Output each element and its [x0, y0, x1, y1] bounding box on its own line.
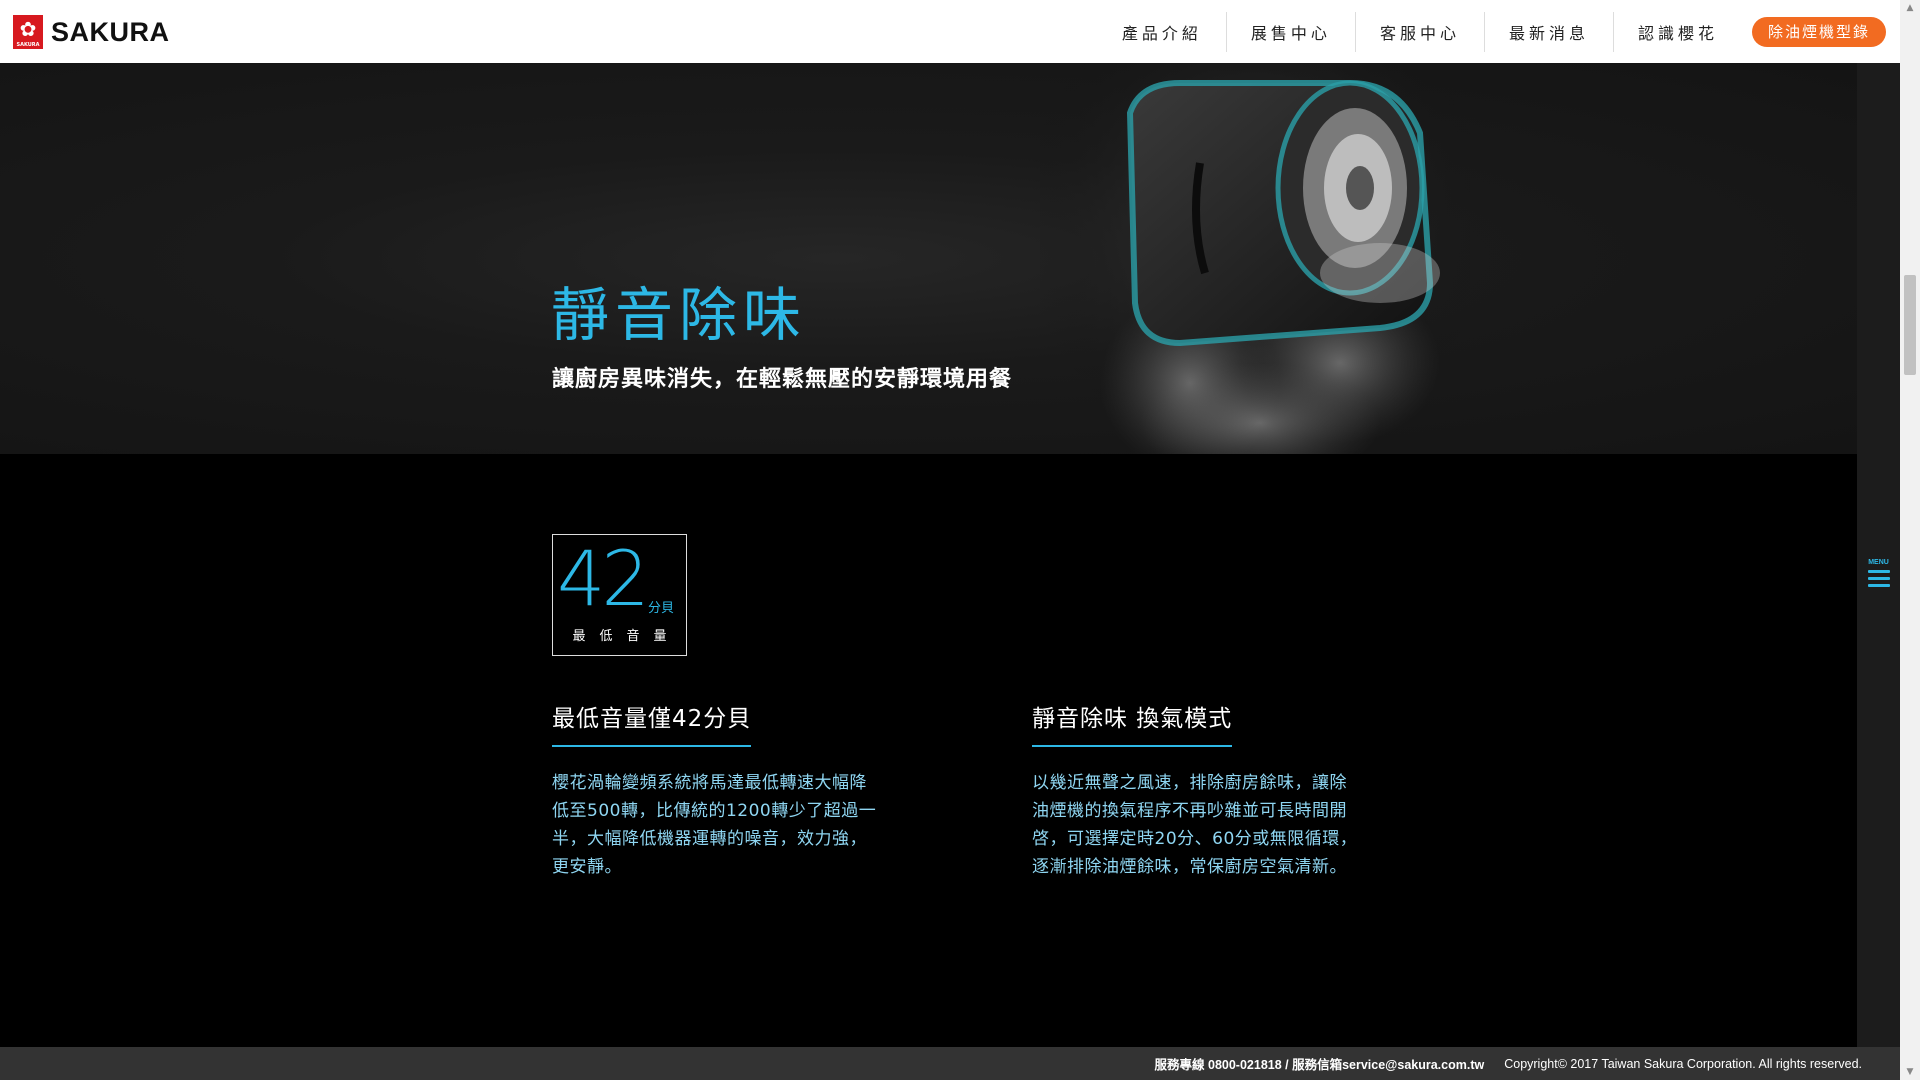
site-footer: 服務專線 0800-021818 / 服務信箱service@sakura.co… [0, 1047, 1900, 1080]
page-scrollbar[interactable]: ▲ ▼ [1900, 0, 1920, 1080]
catalog-button[interactable]: 除油煙機型錄 [1751, 16, 1886, 47]
site-header: ✿ SAKURA SAKURA 產品介紹 展售中心 客服中心 最新消息 認識櫻花… [0, 0, 1900, 63]
hamburger-menu-icon[interactable] [1868, 570, 1890, 588]
sakura-flower-icon: ✿ SAKURA [13, 15, 43, 49]
feature-text: 櫻花渦輪變頻系統將馬達最低轉速大幅降低至500轉，比傳統的1200轉少了超過一半… [552, 773, 877, 877]
main-nav: 產品介紹 展售中心 客服中心 最新消息 認識櫻花 除油煙機型錄 [1098, 0, 1886, 63]
footer-contact: 服務專線 0800-021818 / 服務信箱service@sakura.co… [1154, 1058, 1485, 1072]
feature-section: 42 分貝 最低音量 最低音量僅42分貝 櫻花渦輪變頻系統將馬達最低轉速大幅降低… [0, 454, 1857, 1047]
menu-label: MENU [1868, 559, 1889, 566]
logo-text: SAKURA [51, 16, 170, 47]
scroll-down-arrow-icon[interactable]: ▼ [1900, 1064, 1920, 1080]
sakura-logo[interactable]: ✿ SAKURA SAKURA [13, 15, 170, 49]
hero-title: 靜音除味 [551, 281, 808, 349]
nav-item-products[interactable]: 產品介紹 [1098, 11, 1227, 52]
footer-copyright: Copyright© 2017 Taiwan Sakura Corporatio… [1504, 1056, 1862, 1071]
nav-item-news[interactable]: 最新消息 [1485, 11, 1614, 52]
decibel-badge: 42 分貝 最低音量 [552, 534, 687, 656]
feature-text: 以幾近無聲之風速，排除廚房餘味，讓除油煙機的換氣程序不再吵雜並可長時間開啓，可選… [1032, 773, 1358, 877]
feature-title: 最低音量僅42分貝 [552, 699, 752, 747]
nav-item-service[interactable]: 客服中心 [1356, 11, 1485, 52]
badge-unit: 分貝 [648, 601, 675, 616]
scroll-up-arrow-icon[interactable]: ▲ [1900, 0, 1920, 16]
feature-title: 靜音除味 換氣模式 [1032, 699, 1233, 747]
badge-label: 最低音量 [572, 629, 681, 644]
badge-number: 42 [557, 534, 650, 623]
nav-item-showrooms[interactable]: 展售中心 [1227, 11, 1356, 52]
blower-fan-image [1040, 63, 1470, 454]
hero-subtitle: 讓廚房異味消失，在輕鬆無壓的安靜環境用餐 [552, 367, 1013, 392]
feature-column-ventilation: 靜音除味 換氣模式 以幾近無聲之風速，排除廚房餘味，讓除油煙機的換氣程序不再吵雜… [1032, 699, 1362, 881]
side-menu-strip: MENU [1857, 63, 1900, 1047]
hero-section: 靜音除味 讓廚房異味消失，在輕鬆無壓的安靜環境用餐 [0, 63, 1857, 454]
nav-item-about[interactable]: 認識櫻花 [1614, 12, 1742, 52]
feature-column-low-noise: 最低音量僅42分貝 櫻花渦輪變頻系統將馬達最低轉速大幅降低至500轉，比傳統的1… [552, 699, 882, 881]
scrollbar-thumb[interactable] [1904, 275, 1916, 375]
